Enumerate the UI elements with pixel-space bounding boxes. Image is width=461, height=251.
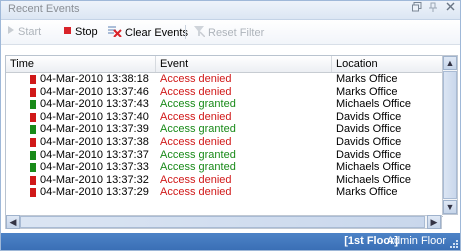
row-time: 04-Mar-2010 13:37:37 <box>40 148 149 161</box>
row-location: Davids Office <box>336 135 402 148</box>
row-event: Access denied <box>160 85 232 98</box>
row-location: Davids Office <box>336 148 402 161</box>
denied-flag-icon <box>30 75 36 84</box>
granted-flag-icon <box>30 163 36 173</box>
row-time: 04-Mar-2010 13:38:18 <box>40 73 149 85</box>
row-location: Michaels Office <box>336 161 411 174</box>
recent-events-window: Recent Events Start Stop Clear Events Re… <box>0 0 461 251</box>
row-time: 04-Mar-2010 13:37:29 <box>40 186 149 199</box>
denied-flag-icon <box>30 175 36 185</box>
row-location: Marks Office <box>336 85 398 98</box>
place-label: Admin Floor <box>386 235 446 247</box>
row-time: 04-Mar-2010 13:37:46 <box>40 85 149 98</box>
stop-button[interactable]: Stop <box>63 25 98 39</box>
stop-label: Stop <box>75 26 98 38</box>
row-time: 04-Mar-2010 13:37:38 <box>40 135 149 148</box>
start-label: Start <box>18 26 42 38</box>
horizontal-scroll-thumb[interactable] <box>20 216 425 228</box>
row-event: Access granted <box>160 123 236 136</box>
clear-events-icon <box>108 25 122 41</box>
granted-flag-icon <box>30 150 36 160</box>
window-title: Recent Events <box>8 3 80 15</box>
clear-events-button[interactable]: Clear Events <box>108 25 188 39</box>
status-bar: [1st Floor] Admin Floor <box>1 233 460 250</box>
table-row[interactable]: 04-Mar-2010 13:37:33 Access granted Michae… <box>6 161 443 174</box>
close-icon[interactable] <box>446 2 455 14</box>
vertical-scroll-thumb[interactable] <box>443 71 457 199</box>
column-header-location[interactable]: Location <box>332 56 443 72</box>
resize-grip-icon[interactable] <box>450 240 458 248</box>
table-row[interactable]: 04-Mar-2010 13:37:37 Access granted Davids… <box>6 149 443 162</box>
filter-icon <box>193 25 206 41</box>
row-time: 04-Mar-2010 13:37:40 <box>40 110 149 123</box>
row-event: Access granted <box>160 161 236 174</box>
title-bar: Recent Events <box>1 1 460 20</box>
denied-flag-icon <box>30 112 36 122</box>
row-time: 04-Mar-2010 13:37:32 <box>40 173 149 186</box>
row-event: Access granted <box>160 148 236 161</box>
table-row[interactable]: 04-Mar-2010 13:37:29 Access denied Marks O… <box>6 186 443 199</box>
scroll-up-button[interactable]: ▲ <box>443 56 457 70</box>
row-location: Michaels Office <box>336 98 411 111</box>
table-row[interactable]: 04-Mar-2010 13:37:46 Access denied Marks O… <box>6 86 443 99</box>
scroll-down-button[interactable]: ▼ <box>443 200 457 214</box>
table-row[interactable]: 04-Mar-2010 13:37:38 Access denied Davids … <box>6 136 443 149</box>
row-event: Access denied <box>160 186 232 199</box>
scroll-left-button[interactable]: ◀ <box>6 215 20 229</box>
denied-flag-icon <box>30 188 36 198</box>
row-location: Davids Office <box>336 123 402 136</box>
denied-flag-icon <box>30 87 36 97</box>
row-time: 04-Mar-2010 13:37:33 <box>40 161 149 174</box>
granted-flag-icon <box>30 100 36 110</box>
reset-filter-label: Reset Filter <box>208 26 265 39</box>
row-time: 04-Mar-2010 13:37:43 <box>40 98 149 111</box>
table-row[interactable]: 04-Mar-2010 13:37:40 Access denied Davids … <box>6 111 443 124</box>
horizontal-scrollbar[interactable]: ◀ ▶ <box>5 215 442 229</box>
column-header-event[interactable]: Event <box>156 56 332 72</box>
row-event: Access denied <box>160 173 232 186</box>
stop-icon <box>63 25 72 39</box>
scroll-right-button[interactable]: ▶ <box>427 215 441 229</box>
events-grid[interactable]: Time Event Location 04-Mar-2010 13:38:18… <box>5 55 443 217</box>
grid-header: Time Event Location <box>6 56 443 73</box>
table-row[interactable]: 04-Mar-2010 13:37:39 Access granted Davids… <box>6 123 443 136</box>
table-row[interactable]: 04-Mar-2010 13:38:18 Access denied Marks O… <box>6 73 443 86</box>
toolbar-separator <box>185 25 186 39</box>
start-button[interactable]: Start <box>7 25 41 39</box>
row-location: Marks Office <box>336 186 398 199</box>
reset-filter-button[interactable]: Reset Filter <box>193 25 264 39</box>
clear-events-label: Clear Events <box>125 26 188 39</box>
table-row[interactable]: 04-Mar-2010 13:37:43 Access granted Michae… <box>6 98 443 111</box>
row-location: Marks Office <box>336 73 398 85</box>
row-event: Access granted <box>160 98 236 111</box>
row-location: Michaels Office <box>336 173 411 186</box>
row-event: Access denied <box>160 135 232 148</box>
column-header-time[interactable]: Time <box>6 56 156 72</box>
pin-icon[interactable] <box>429 2 437 15</box>
table-row[interactable]: 04-Mar-2010 13:37:32 Access denied Michael… <box>6 174 443 187</box>
toolbar: Start Stop Clear Events Reset Filter <box>1 20 460 45</box>
grid-rows: 04-Mar-2010 13:38:18 Access denied Marks O… <box>6 73 443 199</box>
float-icon[interactable] <box>412 2 422 15</box>
denied-flag-icon <box>30 137 36 147</box>
row-event: Access denied <box>160 110 232 123</box>
play-icon <box>7 25 15 39</box>
vertical-scrollbar[interactable]: ▲ ▼ <box>442 55 458 215</box>
row-location: Davids Office <box>336 110 402 123</box>
granted-flag-icon <box>30 125 36 135</box>
row-time: 04-Mar-2010 13:37:39 <box>40 123 149 136</box>
row-event: Access denied <box>160 73 232 85</box>
